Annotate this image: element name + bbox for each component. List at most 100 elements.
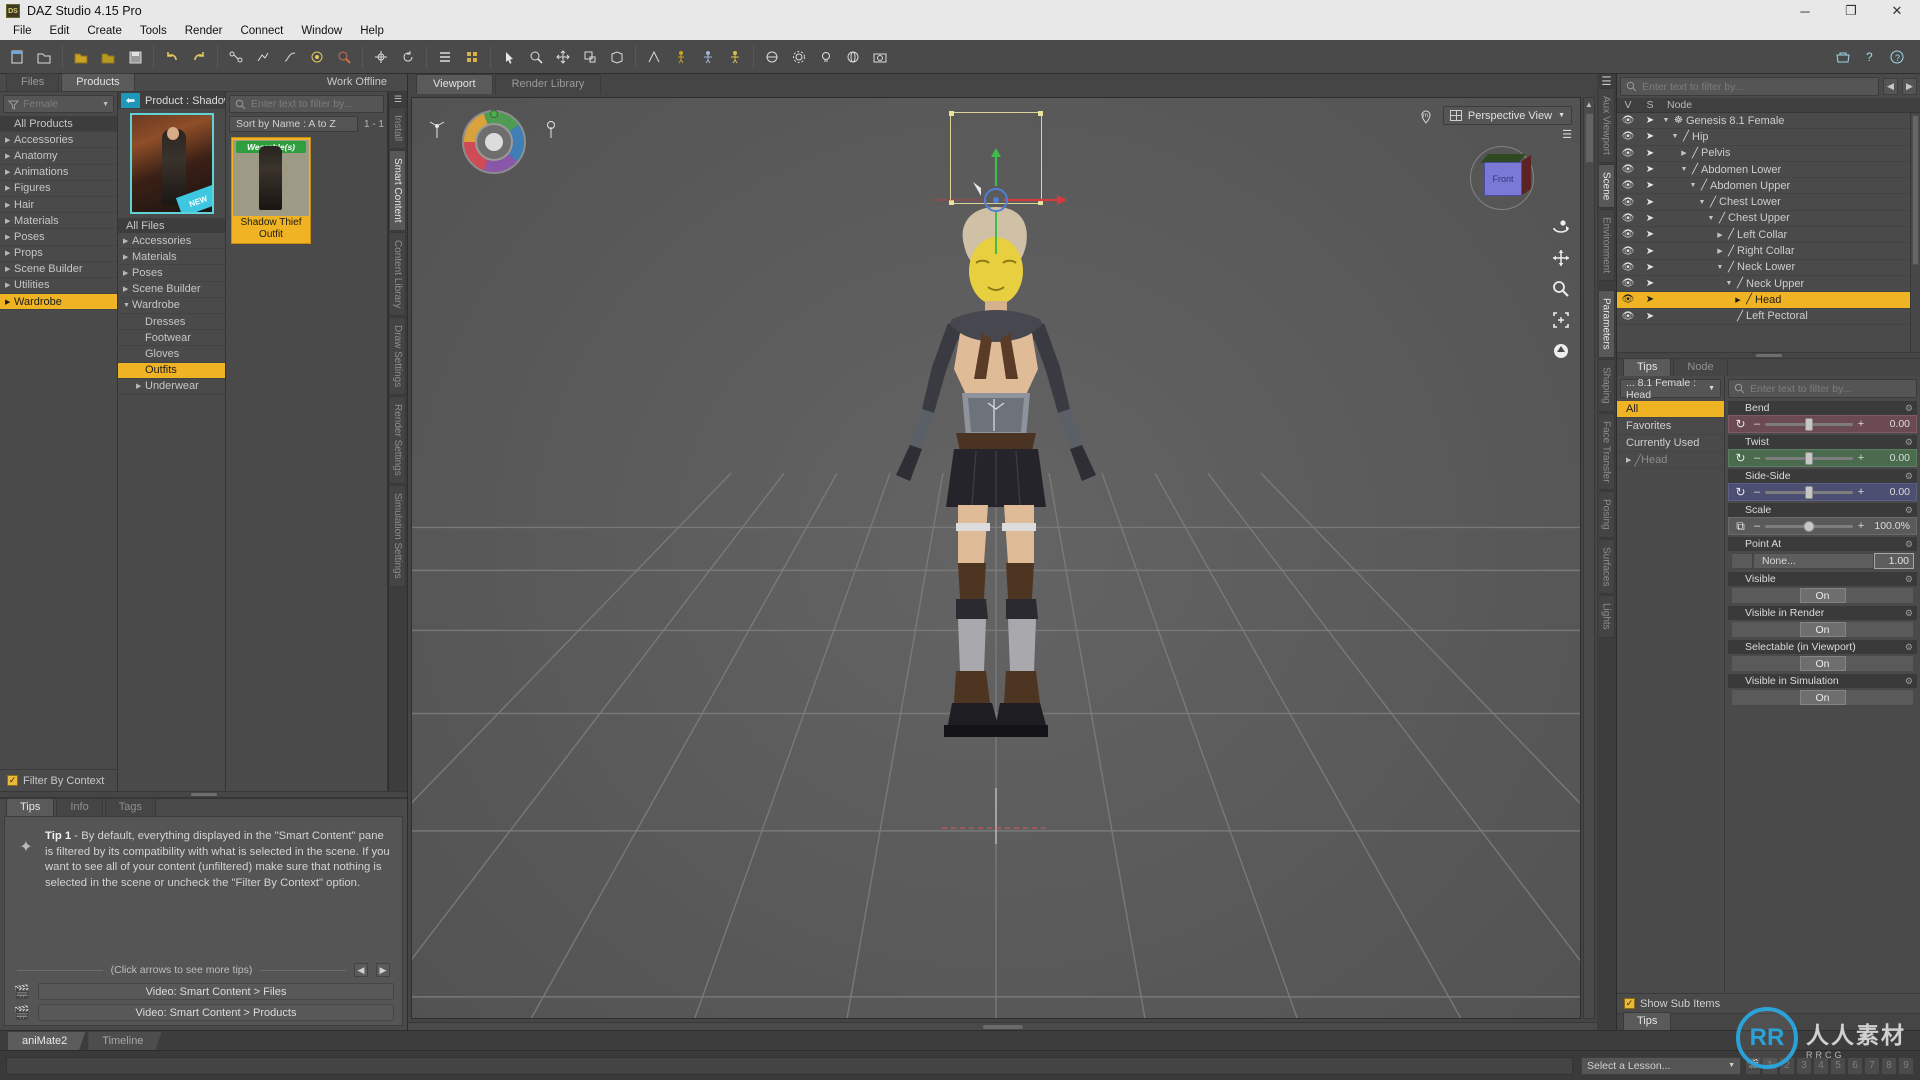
cursor-icon[interactable]: ➤ [1639, 115, 1661, 126]
parameter-value[interactable]: 0.00 [1869, 418, 1913, 430]
param-vtab-parameters[interactable]: Parameters [1598, 290, 1615, 358]
left-vtab-simulation-settings[interactable]: Simulation Settings [390, 484, 406, 587]
tab-scene-tips[interactable]: Tips [1623, 358, 1672, 376]
slider-track[interactable] [1765, 485, 1853, 499]
open-file-icon[interactable] [31, 44, 57, 70]
disclosure-icon[interactable]: ▶ [5, 298, 14, 306]
list-view-icon[interactable] [432, 44, 458, 70]
tip-prev-button[interactable]: ◀ [354, 963, 368, 977]
lesson-number-1[interactable]: 1 [1762, 1056, 1778, 1075]
viewport-vertical-scrollbar[interactable]: ▲ [1583, 97, 1595, 1019]
category-item-anatomy[interactable]: ▶ Anatomy [0, 148, 117, 165]
grid-view-icon[interactable] [459, 44, 485, 70]
param-vtab-face-transfer[interactable]: Face Transfer [1598, 412, 1615, 491]
scene-node-pelvis[interactable]: 👁 ➤ ▶ ╱ Pelvis [1617, 146, 1920, 162]
disclosure-icon[interactable]: ▶ [5, 265, 14, 273]
slider-knob[interactable] [1803, 520, 1815, 532]
cursor-icon[interactable]: ➤ [1639, 246, 1661, 257]
menu-help[interactable]: Help [351, 22, 393, 40]
disclosure-icon[interactable]: ▶ [123, 253, 132, 261]
chevron-down-icon[interactable]: ▼ [1558, 112, 1565, 119]
parameter-slider[interactable]: ↻ – +0.00 [1728, 449, 1917, 467]
viewport-horizontal-scrollbar[interactable] [408, 1022, 1597, 1030]
eye-icon[interactable]: 👁 [1617, 262, 1639, 273]
disclosure-icon[interactable]: ▶ [5, 136, 14, 144]
disclosure-icon[interactable]: ▶ [1715, 231, 1725, 239]
left-vtab-render-settings[interactable]: Render Settings [390, 396, 406, 484]
gear-icon[interactable]: ⚙ [1905, 505, 1913, 516]
tab-tags[interactable]: Tags [104, 798, 156, 816]
lesson-number-6[interactable]: 6 [1847, 1056, 1863, 1075]
render-icon[interactable] [304, 44, 330, 70]
product-subcategory-accessories[interactable]: ▶ Accessories [118, 233, 225, 250]
eye-icon[interactable]: 👁 [1617, 229, 1639, 240]
pin-icon[interactable] [540, 118, 562, 145]
mesh-grabber-icon[interactable] [604, 44, 630, 70]
lesson-number-7[interactable]: 7 [1864, 1056, 1880, 1075]
menu-create[interactable]: Create [78, 22, 131, 40]
parameter-group-head[interactable]: ▶ ╱ Head [1617, 452, 1724, 469]
keyframe-icon[interactable] [250, 44, 276, 70]
disclosure-icon[interactable]: ▼ [1706, 215, 1716, 222]
gear-icon[interactable]: ⚙ [1905, 437, 1913, 448]
parameter-slider[interactable]: ⧉ – +100.0% [1728, 517, 1917, 535]
tab-scene-node[interactable]: Node [1673, 358, 1728, 376]
tab-info[interactable]: Info [56, 798, 103, 816]
move-tool-icon[interactable] [550, 44, 576, 70]
cursor-icon[interactable]: ➤ [1639, 148, 1661, 159]
disclosure-icon[interactable]: ▼ [1688, 182, 1698, 189]
spot-render-icon[interactable] [331, 44, 357, 70]
cursor-icon[interactable]: ➤ [1639, 131, 1661, 142]
minus-button[interactable]: – [1753, 418, 1761, 430]
tab-tips[interactable]: Tips [6, 798, 55, 816]
scene-node-abdomen-upper[interactable]: 👁 ➤ ▼ ╱ Abdomen Upper [1617, 178, 1920, 195]
scene-node-hip[interactable]: 👁 ➤ ▼ ╱ Hip [1617, 129, 1920, 146]
viewport-options-icon[interactable]: ☰ [1562, 128, 1572, 141]
eye-icon[interactable]: 👁 [1617, 164, 1639, 175]
show-sub-items-checkbox[interactable]: ✓ [1624, 998, 1635, 1009]
parameter-toggle[interactable]: On [1731, 655, 1914, 672]
reset-icon[interactable] [1550, 340, 1572, 362]
view-orientation-cube[interactable]: Front [1470, 146, 1534, 210]
camera-marker-icon[interactable]: m [1416, 108, 1436, 133]
toggle-state[interactable]: On [1799, 656, 1846, 671]
left-vtab-smart-content[interactable]: Smart Content [390, 150, 406, 231]
minimize-button[interactable]: ─ [1782, 0, 1828, 22]
camera-selector[interactable]: Perspective View ▼ [1442, 106, 1572, 125]
parameter-group-favorites[interactable]: Favorites [1617, 418, 1724, 435]
param-vtab-posing[interactable]: Posing [1598, 491, 1615, 538]
help-question-icon[interactable]: ? [1857, 44, 1883, 70]
menu-tools[interactable]: Tools [131, 22, 176, 40]
cursor-icon[interactable]: ➤ [1639, 180, 1661, 191]
scene-next-button[interactable]: ▶ [1902, 78, 1917, 95]
minus-button[interactable]: – [1753, 520, 1761, 532]
viewport-3d[interactable]: m Perspective View ▼ ☰ Front [411, 97, 1581, 1019]
scale-tool-icon[interactable] [577, 44, 603, 70]
close-button[interactable]: ✕ [1874, 0, 1920, 22]
parameter-value[interactable]: 100.0% [1869, 520, 1913, 532]
scene-node-left-pectoral[interactable]: 👁 ➤ ╱ Left Pectoral [1617, 309, 1920, 325]
cursor-icon[interactable]: ➤ [1639, 197, 1661, 208]
cursor-icon[interactable]: ➤ [1639, 164, 1661, 175]
gear-icon[interactable]: ⚙ [1905, 403, 1913, 414]
scene-tree-scrollbar[interactable] [1910, 113, 1920, 352]
right-vtab-scene[interactable]: Scene [1598, 163, 1615, 209]
filter-by-context-checkbox[interactable]: ✓ [7, 775, 18, 786]
frame-icon[interactable] [1550, 309, 1572, 331]
left-vtab-install[interactable]: Install [390, 107, 406, 150]
disclosure-icon[interactable]: ▼ [1715, 264, 1725, 271]
plus-button[interactable]: + [1857, 452, 1865, 464]
parameter-node-selector[interactable]: ... 8.1 Female : Head ▼ [1620, 377, 1721, 401]
slider-knob[interactable] [1805, 485, 1813, 499]
rotate-gizmo[interactable] [921, 148, 1071, 258]
file-sort-dropdown[interactable]: Sort by Name : A to Z [229, 116, 358, 132]
category-item-hair[interactable]: ▶ Hair [0, 197, 117, 214]
gear-icon[interactable]: ⚙ [1905, 574, 1913, 585]
toggle-state[interactable]: On [1799, 622, 1846, 637]
scene-node-genesis-8-1-female[interactable]: 👁 ➤ ▼ ☸ Genesis 8.1 Female [1617, 113, 1920, 130]
maximize-button[interactable]: ❐ [1828, 0, 1874, 22]
eye-icon[interactable]: 👁 [1617, 180, 1639, 191]
disclosure-icon[interactable]: ▶ [5, 168, 14, 176]
open-folder-icon[interactable] [68, 44, 94, 70]
disclosure-icon[interactable]: ▼ [1697, 199, 1707, 206]
